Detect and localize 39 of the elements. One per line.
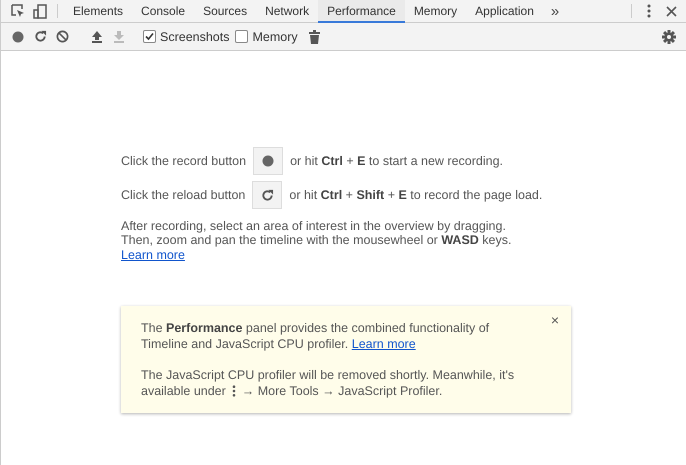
checkbox[interactable] [235, 30, 248, 43]
upload-icon[interactable] [91, 30, 103, 43]
checkbox[interactable] [143, 30, 156, 43]
close-icon[interactable] [666, 6, 676, 16]
reload-icon [34, 30, 46, 43]
clear-icon[interactable] [56, 30, 68, 43]
record-button[interactable] [253, 147, 284, 175]
kebab-icon [232, 385, 236, 397]
hint-text: Click the record button [121, 154, 246, 168]
hint-text: or hit Ctrl + E to start a new recording. [290, 154, 504, 168]
help-text: After recording, select an area of interest in the overview by dragging. Then, zoom and pan the timeline with the mousewheel or WASD keys. Learn more [121, 219, 512, 262]
reload-button[interactable] [252, 181, 282, 209]
trash-icon[interactable] [309, 30, 320, 44]
reload-icon [260, 188, 274, 202]
checkbox-label: Memory [252, 30, 298, 44]
notice-text: → More Tools → JavaScript Profiler. [242, 382, 442, 400]
learn-more-link[interactable]: Learn more [121, 248, 185, 262]
panel-tab[interactable]: Performance [318, 0, 405, 23]
inspect-icon[interactable] [11, 4, 25, 18]
panel-tab[interactable]: Network [256, 0, 318, 23]
notice-text: available under [141, 382, 226, 400]
record-icon [12, 30, 24, 42]
hint-text: or hit Ctrl + Shift + E to record the page load. [289, 188, 542, 202]
more-tabs-button[interactable]: » [542, 0, 568, 22]
panel-tab[interactable]: Elements [64, 0, 132, 23]
panel-tab[interactable]: Application [466, 0, 543, 23]
close-button[interactable]: × [550, 312, 559, 328]
checkbox-label: Screenshots [160, 30, 230, 44]
settings-icon[interactable] [662, 30, 676, 44]
panel-tab[interactable]: Console [132, 0, 194, 23]
device-icon[interactable] [33, 4, 47, 18]
hint-text: Click the reload button [121, 188, 246, 202]
record-icon [262, 155, 274, 167]
panel-tab[interactable]: Memory [404, 0, 466, 23]
learn-more-link[interactable]: Learn more [352, 337, 416, 352]
panel-tab[interactable]: Sources [194, 0, 256, 23]
notice-text: The Performance panel provides the combined functionality of Timeline and JavaScript CPU profiler. Learn more [141, 320, 490, 353]
menu-icon [647, 4, 651, 18]
notice-text: The JavaScript CPU profiler will be removed shortly. Meanwhile, it's [141, 366, 514, 383]
